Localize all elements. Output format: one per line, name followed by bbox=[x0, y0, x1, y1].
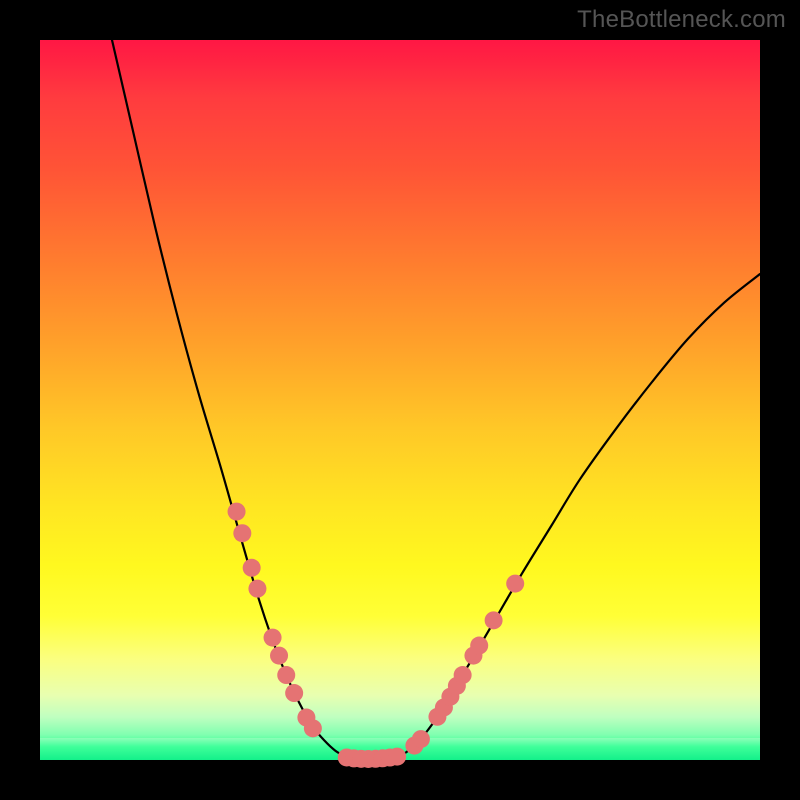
plot-area bbox=[40, 40, 760, 760]
data-marker bbox=[264, 629, 282, 647]
data-marker bbox=[454, 666, 472, 684]
data-marker bbox=[248, 580, 266, 598]
data-marker bbox=[388, 748, 406, 766]
watermark-text: TheBottleneck.com bbox=[577, 6, 786, 34]
curve-layer bbox=[40, 40, 760, 760]
data-marker bbox=[270, 647, 288, 665]
bottleneck-curve bbox=[112, 40, 760, 759]
data-marker bbox=[304, 719, 322, 737]
data-marker bbox=[233, 524, 251, 542]
data-marker bbox=[277, 666, 295, 684]
data-marker bbox=[470, 637, 488, 655]
chart-frame: TheBottleneck.com bbox=[0, 0, 800, 800]
data-markers bbox=[228, 503, 525, 768]
data-marker bbox=[285, 684, 303, 702]
data-marker bbox=[485, 611, 503, 629]
data-marker bbox=[243, 559, 261, 577]
data-marker bbox=[412, 730, 430, 748]
data-marker bbox=[506, 575, 524, 593]
data-marker bbox=[228, 503, 246, 521]
